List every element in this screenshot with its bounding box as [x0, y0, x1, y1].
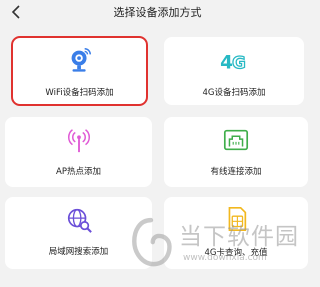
4g-icon: 4 G [220, 52, 246, 72]
option-label: 局域网搜索添加 [48, 247, 109, 257]
header-bar: 选择设备添加方式 [0, 0, 315, 26]
network-search-icon [67, 208, 92, 233]
option-label: 有线连接添加 [210, 167, 262, 177]
svg-text:4: 4 [220, 52, 233, 72]
option-4g-scan[interactable]: 4 G 4G设备扫码添加 [164, 37, 304, 105]
option-label: 4G设备扫码添加 [202, 88, 266, 98]
wifi-camera-icon [71, 47, 91, 72]
sim-card-icon [228, 206, 247, 232]
option-ap-hotspot[interactable]: AP热点添加 [5, 117, 152, 187]
option-wifi-scan[interactable]: WiFi设备扫码添加 [11, 36, 148, 106]
option-label: 4G卡查询、充值 [204, 248, 268, 258]
option-wired-connection[interactable]: 有线连接添加 [164, 117, 308, 187]
option-lan-search[interactable]: 局域网搜索添加 [5, 197, 152, 269]
option-label: WiFi设备扫码添加 [45, 88, 114, 98]
option-4g-card-recharge[interactable]: 4G卡查询、充值 [164, 197, 308, 269]
svg-text:G: G [232, 53, 246, 72]
ethernet-port-icon [223, 129, 249, 151]
option-label: AP热点添加 [56, 167, 101, 177]
antenna-icon [67, 129, 90, 153]
page-title: 选择设备添加方式 [113, 6, 202, 19]
